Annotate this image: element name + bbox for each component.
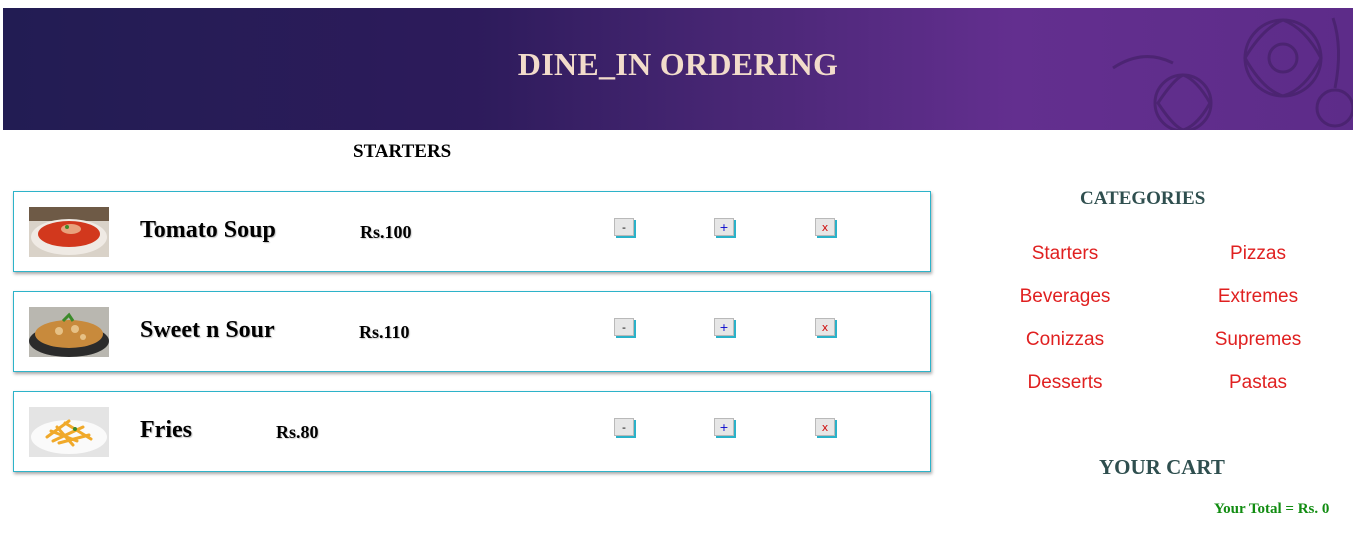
category-link-pastas[interactable]: Pastas bbox=[1178, 372, 1338, 394]
decrease-quantity-button[interactable]: - bbox=[614, 218, 634, 236]
category-link-extremes[interactable]: Extremes bbox=[1178, 286, 1338, 308]
page-title: DINE_IN ORDERING bbox=[517, 46, 839, 82]
menu-item-price: Rs.80 bbox=[276, 422, 319, 442]
menu-item-price: Rs.110 bbox=[359, 322, 410, 342]
category-link-conizzas[interactable]: Conizzas bbox=[985, 329, 1145, 351]
category-link-beverages[interactable]: Beverages bbox=[985, 286, 1145, 308]
remove-item-button[interactable]: x bbox=[815, 418, 835, 436]
remove-item-button[interactable]: x bbox=[815, 318, 835, 336]
section-title-starters: STARTERS bbox=[353, 141, 452, 162]
menu-item-name: Tomato Soup bbox=[140, 217, 276, 243]
menu-item-name: Sweet n Sour bbox=[140, 317, 275, 343]
decrease-quantity-button[interactable]: - bbox=[614, 418, 634, 436]
increase-quantity-button[interactable]: + bbox=[714, 218, 734, 236]
categories-title: CATEGORIES bbox=[1080, 188, 1206, 209]
tomato-soup-image bbox=[29, 207, 109, 257]
menu-item-name: Fries bbox=[140, 417, 192, 443]
remove-item-button[interactable]: x bbox=[815, 218, 835, 236]
cart-total: Your Total = Rs. 0 bbox=[1214, 501, 1330, 517]
decrease-quantity-button[interactable]: - bbox=[614, 318, 634, 336]
category-link-pizzas[interactable]: Pizzas bbox=[1178, 243, 1338, 265]
fries-image bbox=[29, 407, 109, 457]
menu-item-card: Tomato Soup Rs.100 - + x bbox=[13, 191, 931, 272]
header-banner: DINE_IN ORDERING bbox=[3, 8, 1353, 130]
increase-quantity-button[interactable]: + bbox=[714, 418, 734, 436]
category-link-desserts[interactable]: Desserts bbox=[985, 372, 1145, 394]
increase-quantity-button[interactable]: + bbox=[714, 318, 734, 336]
menu-item-card: Fries Rs.80 - + x bbox=[13, 391, 931, 472]
category-link-supremes[interactable]: Supremes bbox=[1178, 329, 1338, 351]
sweet-n-sour-image bbox=[29, 307, 109, 357]
cart-title: YOUR CART bbox=[1099, 455, 1225, 479]
category-link-starters[interactable]: Starters bbox=[985, 243, 1145, 265]
menu-item-price: Rs.100 bbox=[360, 222, 412, 242]
menu-item-card: Sweet n Sour Rs.110 - + x bbox=[13, 291, 931, 372]
